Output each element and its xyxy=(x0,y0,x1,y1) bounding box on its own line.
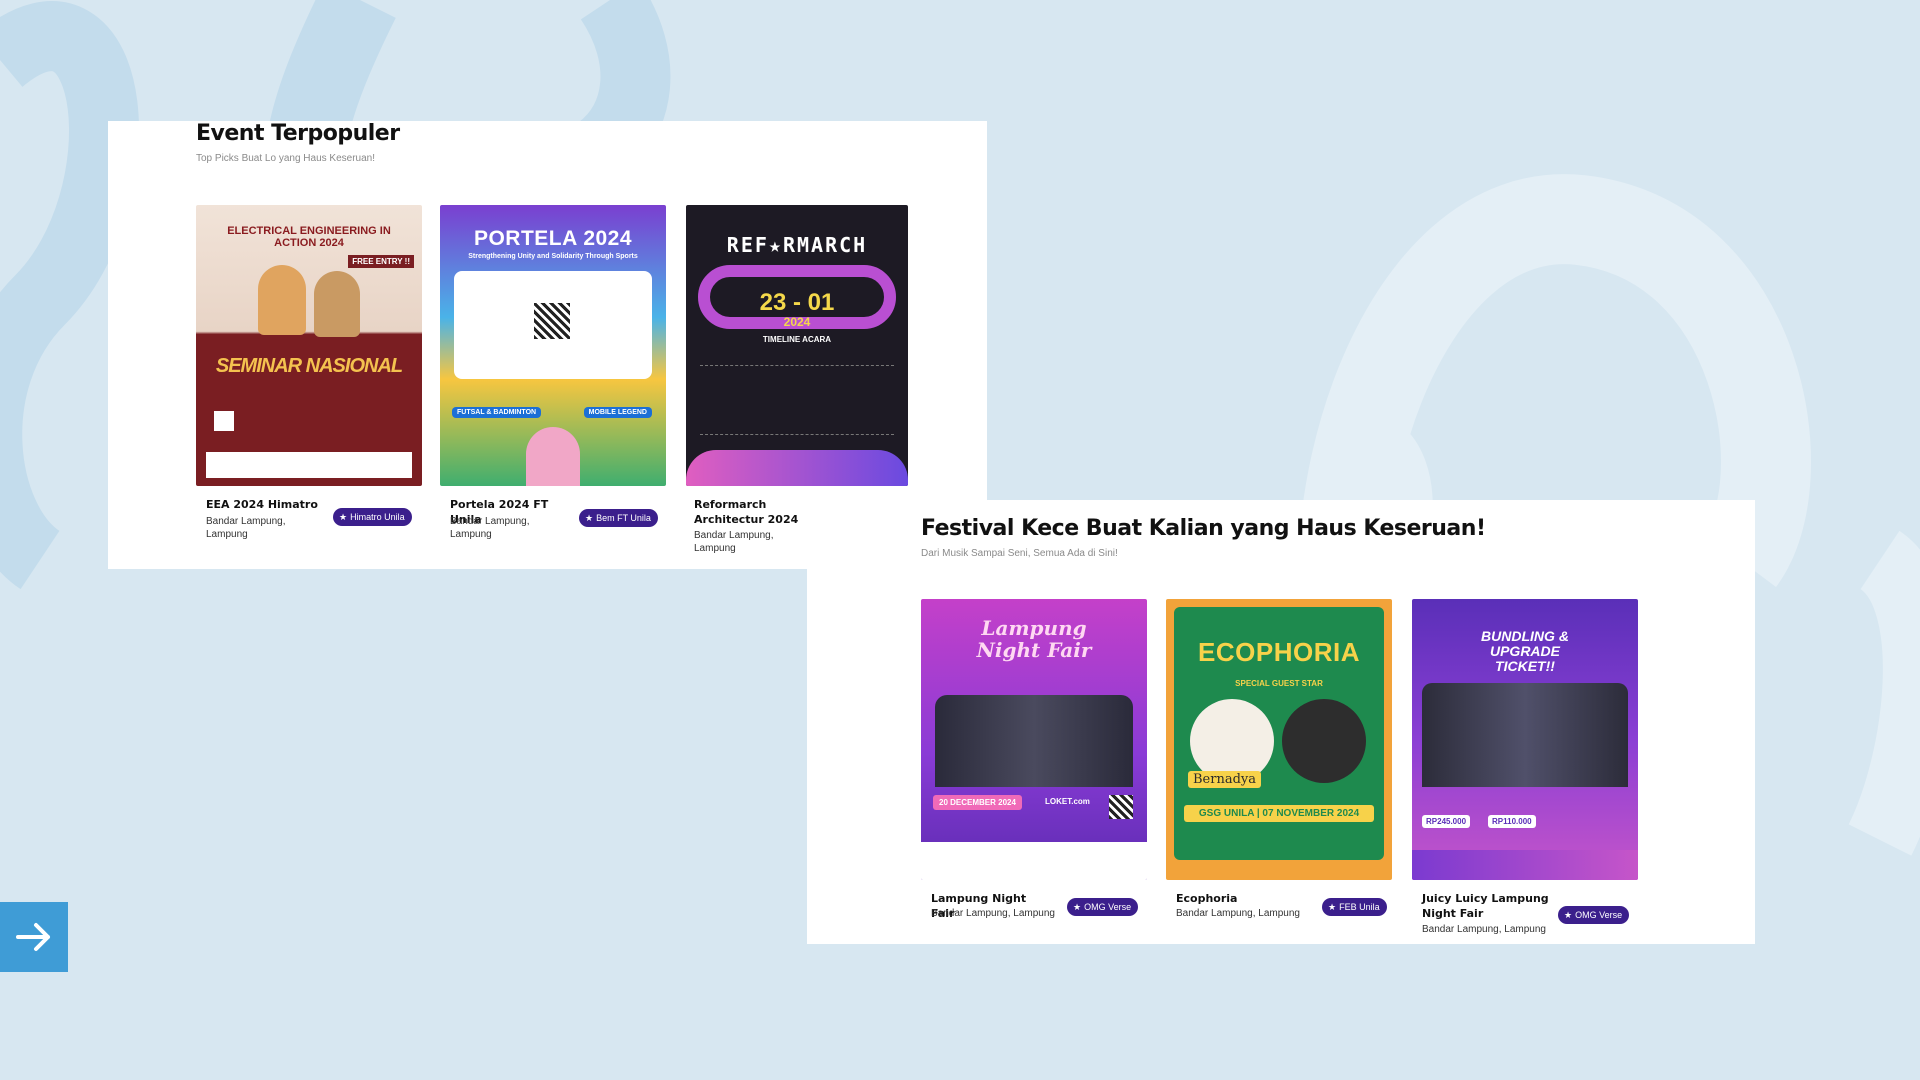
arrow-right-icon xyxy=(16,923,50,951)
section-subtitle: Dari Musik Sampai Seni, Semua Ada di Sin… xyxy=(921,548,1118,559)
festival-panel: Festival Kece Buat Kalian yang Haus Kese… xyxy=(807,500,1755,944)
event-card-eea[interactable]: ELECTRICAL ENGINEERING IN ACTION 2024 FR… xyxy=(196,205,422,540)
section-title: Festival Kece Buat Kalian yang Haus Kese… xyxy=(921,516,1486,541)
event-title: Reformarch Architectur 2024 xyxy=(694,498,799,526)
section-subtitle: Top Picks Buat Lo yang Haus Keseruan! xyxy=(196,153,375,164)
event-poster[interactable]: Lampung Night Fair 20 DECEMBER 2024 LOKE… xyxy=(921,599,1147,880)
event-location: Bandar Lampung, Lampung xyxy=(206,516,286,540)
star-icon: ★ xyxy=(1073,902,1082,912)
star-icon: ★ xyxy=(1564,910,1573,920)
organizer-badge[interactable]: ★ Bem FT Unila xyxy=(579,509,658,527)
event-poster[interactable]: ECOPHORIA SPECIAL GUEST STAR Bernadya GS… xyxy=(1166,599,1392,880)
event-location: Bandar Lampung, Lampung xyxy=(694,530,774,554)
organizer-badge[interactable]: ★ FEB Unila xyxy=(1322,898,1387,916)
event-poster[interactable]: BUNDLING & UPGRADE TICKET!! RP245.000 RP… xyxy=(1412,599,1638,880)
event-poster[interactable]: ELECTRICAL ENGINEERING IN ACTION 2024 FR… xyxy=(196,205,422,486)
star-icon: ★ xyxy=(1328,902,1337,912)
event-location: Bandar Lampung, Lampung xyxy=(931,908,1055,919)
organizer-badge[interactable]: ★ OMG Verse xyxy=(1558,906,1630,924)
festival-card-ecophoria[interactable]: ECOPHORIA SPECIAL GUEST STAR Bernadya GS… xyxy=(1166,599,1392,919)
event-poster[interactable]: REF★RMARCH 23 - 01 2024 TIMELINE ACARA xyxy=(686,205,908,486)
event-title: Ecophoria xyxy=(1176,892,1238,905)
organizer-badge[interactable]: ★ Himatro Unila xyxy=(333,508,412,526)
star-icon: ★ xyxy=(339,512,348,522)
star-icon: ★ xyxy=(585,513,594,523)
section-title: Event Terpopuler xyxy=(196,121,400,146)
event-card-reformarch[interactable]: REF★RMARCH 23 - 01 2024 TIMELINE ACARA R… xyxy=(684,205,910,554)
next-arrow-button[interactable] xyxy=(0,902,68,972)
event-location: Bandar Lampung, Lampung xyxy=(1176,908,1300,919)
event-card-portela[interactable]: PORTELA 2024 Strengthening Unity and Sol… xyxy=(440,205,666,540)
event-title: Juicy Luicy Lampung Night Fair xyxy=(1422,892,1549,920)
event-title: EEA 2024 Himatro xyxy=(206,498,318,511)
organizer-badge[interactable]: ★ OMG Verse xyxy=(1067,898,1139,916)
event-location: Bandar Lampung, Lampung xyxy=(1422,924,1546,935)
event-location: Bandar Lampung, Lampung xyxy=(450,516,530,540)
event-poster[interactable]: PORTELA 2024 Strengthening Unity and Sol… xyxy=(440,205,666,486)
festival-card-lampung-night-fair[interactable]: Lampung Night Fair 20 DECEMBER 2024 LOKE… xyxy=(921,599,1147,920)
festival-card-juicy-luicy[interactable]: BUNDLING & UPGRADE TICKET!! RP245.000 RP… xyxy=(1412,599,1638,935)
